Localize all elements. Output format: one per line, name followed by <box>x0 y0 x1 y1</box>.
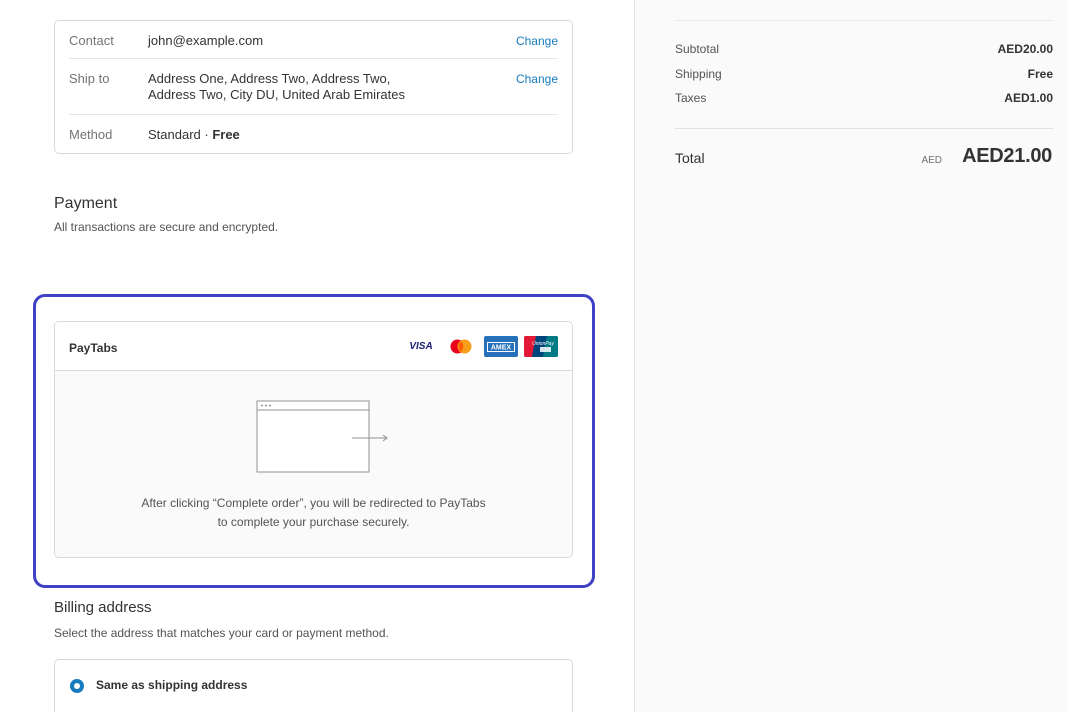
subtotal-value: AED20.00 <box>997 42 1053 56</box>
total-label: Total <box>675 150 705 166</box>
contact-label: Contact <box>69 33 114 48</box>
order-review-box: Contact john@example.com Change Ship to … <box>54 20 573 154</box>
billing-title: Billing address <box>54 599 152 616</box>
shipping-label: Shipping <box>675 67 722 81</box>
svg-text:UnionPay: UnionPay <box>532 341 554 347</box>
billing-subtitle: Select the address that matches your car… <box>54 626 389 640</box>
total-currency: AED <box>921 155 942 166</box>
billing-options-box: Same as shipping address <box>54 659 573 712</box>
shipping-value: Free <box>1027 67 1053 81</box>
method-label: Method <box>69 127 113 142</box>
payment-title: Payment <box>54 195 118 212</box>
mastercard-icon <box>444 336 478 357</box>
method-price: Free <box>212 127 240 142</box>
amex-icon: AMEX <box>484 336 518 357</box>
svg-text:AMEX: AMEX <box>491 344 512 351</box>
same-as-shipping-label[interactable]: Same as shipping address <box>96 678 247 692</box>
ship-to-row: Ship to Address One, Address Two, Addres… <box>69 59 558 115</box>
checkout-main: Contact john@example.com Change Ship to … <box>0 0 634 712</box>
subtotal-label: Subtotal <box>675 42 720 56</box>
total-value: AED21.00 <box>962 145 1052 167</box>
redirect-message-line2: to complete your purchase securely. <box>217 515 410 529</box>
taxes-label: Taxes <box>675 91 707 105</box>
payment-redirect-panel: After clicking “Complete order”, you wil… <box>55 371 572 557</box>
gateway-name: PayTabs <box>69 341 118 355</box>
change-contact-link[interactable]: Change <box>516 34 558 48</box>
payment-subtitle: All transactions are secure and encrypte… <box>54 220 279 234</box>
summary-divider <box>675 128 1053 129</box>
method-value: Standard · Free <box>148 127 438 143</box>
same-as-shipping-radio[interactable] <box>70 679 84 693</box>
method-name: Standard · <box>148 127 213 142</box>
ship-to-label: Ship to <box>69 71 110 86</box>
payment-gateway-header[interactable]: PayTabs VISA AMEX UnionPay <box>55 322 572 371</box>
browser-redirect-icon <box>256 400 388 473</box>
order-summary-sidebar: Subtotal AED20.00 Shipping Free Taxes AE… <box>634 0 1068 712</box>
redirect-message-line1: After clicking “Complete order”, you wil… <box>141 496 486 510</box>
method-row: Method Standard · Free <box>69 115 558 153</box>
payment-method-box: PayTabs VISA AMEX UnionPay After clickin… <box>54 321 573 558</box>
contact-row: Contact john@example.com Change <box>69 33 558 59</box>
contact-value: john@example.com <box>148 33 264 48</box>
change-ship-to-link[interactable]: Change <box>516 72 558 86</box>
card-logos: VISA AMEX UnionPay <box>404 336 558 357</box>
summary-top-divider <box>675 20 1053 21</box>
taxes-value: AED1.00 <box>1004 91 1053 105</box>
visa-icon: VISA <box>404 336 438 357</box>
unionpay-icon: UnionPay <box>524 336 558 357</box>
ship-to-value: Address One, Address Two, Address Two, A… <box>148 71 405 102</box>
